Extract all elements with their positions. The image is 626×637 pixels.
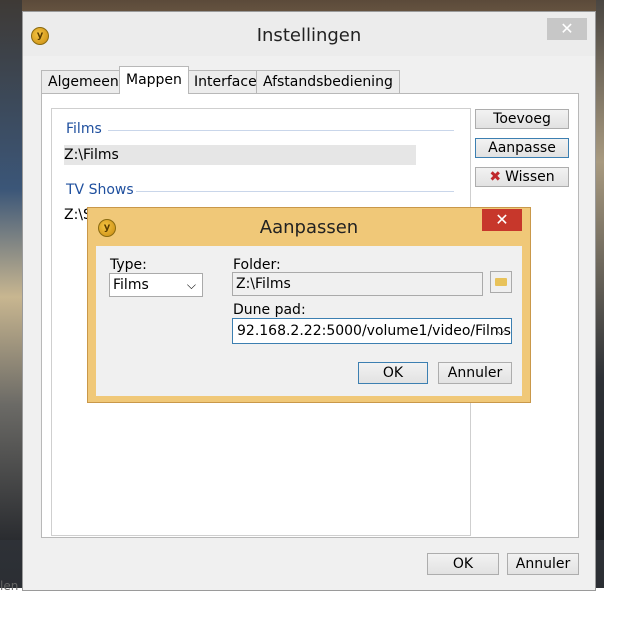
window-titlebar[interactable]: y Instellingen ✕ [23,12,595,56]
folder-label: Folder: [233,257,281,273]
dialog-title: Aanpassen [259,217,359,238]
folder-field[interactable]: Z:\Films [232,272,483,296]
tab-mappen[interactable]: Mappen [119,66,189,94]
group-header-tv-shows: TV Shows [66,182,134,198]
dialog-body: Type: Films ⌵ Folder: Z:\Films Dune pad:… [96,246,522,396]
background-right-strip [596,0,604,540]
dialog-close-button[interactable]: ✕ [482,209,522,231]
background-bottom [0,588,626,637]
background-left-strip [0,0,22,540]
type-select[interactable]: Films ⌵ [109,273,203,297]
type-select-value: Films [113,277,149,293]
add-button[interactable]: Toevoeg [475,109,569,129]
browse-folder-button[interactable] [490,271,512,293]
window-title: Instellingen [256,25,362,46]
dune-path-value: 92.168.2.22:5000/volume1/video/Films [237,323,511,339]
list-item-films[interactable]: Z:\Films [64,145,416,165]
window-close-button[interactable]: ✕ [547,18,587,40]
group-divider [136,191,454,192]
folder-icon [495,278,507,286]
tab-interface[interactable]: Interface [187,70,264,93]
chevron-down-icon: ⌵ [186,278,196,292]
edit-dialog: y Aanpassen ✕ Type: Films ⌵ Folder: Z:\F… [87,207,531,403]
tab-algemeen[interactable]: Algemeen [41,70,126,93]
type-label: Type: [110,257,147,273]
dune-path-combobox[interactable]: 92.168.2.22:5000/volume1/video/Films ⌵ [232,318,512,344]
delete-button-label: Wissen [505,169,555,185]
dialog-cancel-button[interactable]: Annuler [438,362,512,384]
dune-path-label: Dune pad: [233,302,306,318]
group-header-films: Films [66,121,102,137]
group-divider [108,130,454,131]
chevron-down-icon: ⌵ [495,324,505,338]
cancel-button[interactable]: Annuler [507,553,579,575]
background-caption: len [0,579,19,593]
delete-button[interactable]: ✖ Wissen [475,167,569,187]
ok-button[interactable]: OK [427,553,499,575]
tab-afstandsbediening[interactable]: Afstandsbediening [256,70,400,93]
dialog-ok-button[interactable]: OK [358,362,428,384]
delete-x-icon: ✖ [489,169,502,185]
edit-button[interactable]: Aanpasse [475,138,569,158]
